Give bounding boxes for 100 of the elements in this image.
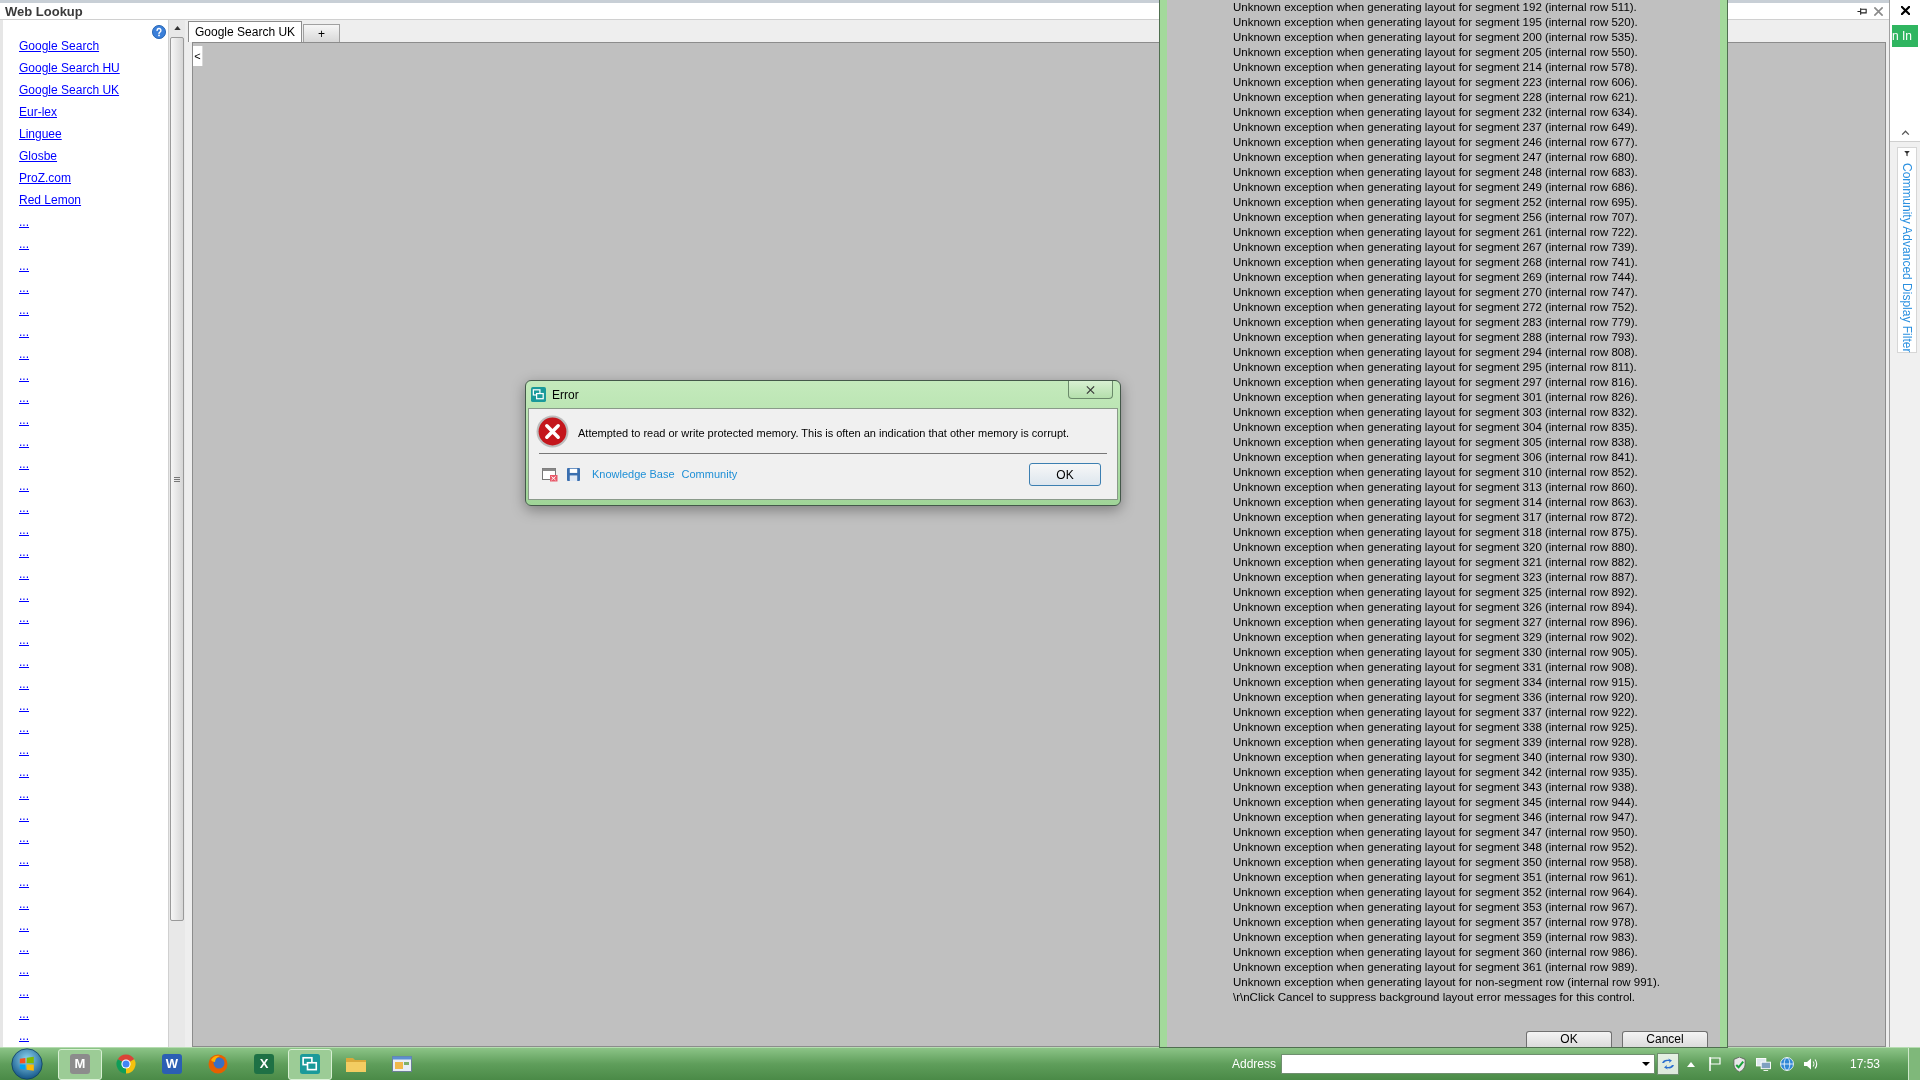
sidebar-link[interactable]: ... (19, 871, 29, 893)
sidebar-link[interactable]: ... (19, 431, 29, 453)
sidebar-link[interactable]: ... (19, 981, 29, 1003)
sidebar-link[interactable]: ... (19, 915, 29, 937)
sidebar-link[interactable]: ... (19, 607, 29, 629)
chevron-up-icon[interactable] (1900, 130, 1910, 135)
message-line: Unknown exception when generating layout for segment 330 (internal row 905). (1233, 645, 1638, 660)
sidebar-link[interactable]: ... (19, 387, 29, 409)
sidebar-link[interactable]: ... (19, 959, 29, 981)
close-icon (1086, 385, 1095, 394)
taskbar-button[interactable] (288, 1048, 332, 1080)
message-line: Unknown exception when generating layout for segment 232 (internal row 634). (1233, 105, 1638, 120)
save-icon[interactable] (567, 468, 580, 481)
sidebar-link[interactable]: ... (19, 717, 29, 739)
message-line: Unknown exception when generating layout for segment 200 (internal row 535). (1233, 30, 1638, 45)
sidebar-link[interactable]: ... (19, 651, 29, 673)
sidebar-link[interactable]: ... (19, 343, 29, 365)
sidebar-link[interactable]: ... (19, 409, 29, 431)
close-icon[interactable] (1900, 5, 1910, 15)
error-message: Attempted to read or write protected memory. This is often an indication that other memory is corrupt. (578, 426, 1070, 440)
dropdown-caret-icon[interactable] (1642, 1062, 1650, 1066)
app-tile: M (70, 1054, 90, 1074)
sidebar-link[interactable]: ... (19, 233, 29, 255)
scrollbar-thumb[interactable] (170, 37, 184, 921)
ok-button[interactable]: OK (1029, 463, 1101, 486)
flag-icon[interactable] (1709, 1057, 1721, 1071)
collapse-button[interactable]: < (193, 46, 203, 66)
sidebar-link[interactable]: Eur-lex (19, 101, 57, 123)
pin-icon[interactable] (1857, 5, 1868, 17)
sidebar-link[interactable]: Red Lemon (19, 189, 82, 211)
message-line: Unknown exception when generating layout for segment 195 (internal row 520). (1233, 15, 1638, 30)
sidebar-link[interactable]: ... (19, 695, 29, 717)
sidebar-link[interactable]: ... (19, 893, 29, 915)
sidebar-link[interactable]: ... (19, 519, 29, 541)
message-line: Unknown exception when generating layout for segment 318 (internal row 875). (1233, 525, 1638, 540)
sidebar-link[interactable]: ... (19, 211, 29, 233)
taskbar-button[interactable]: X (242, 1048, 286, 1080)
message-line: Unknown exception when generating layout for segment 310 (internal row 852). (1233, 465, 1638, 480)
sidebar-link[interactable]: ... (19, 321, 29, 343)
address-field[interactable] (1281, 1054, 1655, 1074)
tab[interactable]: + (303, 24, 341, 42)
close-button[interactable] (1068, 381, 1113, 399)
tray-up-arrow-icon[interactable] (1687, 1061, 1695, 1067)
sidebar-link[interactable]: Google Search UK (19, 79, 120, 101)
sidebar-link[interactable]: ... (19, 563, 29, 585)
globe-icon[interactable] (1780, 1057, 1794, 1071)
scroll-up-icon[interactable] (173, 26, 181, 30)
go-button[interactable] (1657, 1053, 1679, 1075)
message-line: Unknown exception when generating layout for segment 336 (internal row 920). (1233, 690, 1638, 705)
message-line: Unknown exception when generating layout for segment 246 (internal row 677). (1233, 135, 1638, 150)
sidebar-link[interactable]: ... (19, 805, 29, 827)
sidebar-link[interactable]: ... (19, 937, 29, 959)
sidebar-link[interactable]: ... (19, 673, 29, 695)
sidebar-link[interactable]: Google Search HU (19, 57, 120, 79)
sidebar-link[interactable]: ... (19, 739, 29, 761)
speaker-icon[interactable] (1804, 1058, 1818, 1070)
scrollbar[interactable] (168, 20, 185, 1047)
sidebar-link[interactable]: ... (19, 783, 29, 805)
message-line: Unknown exception when generating layout for segment 228 (internal row 621). (1233, 90, 1638, 105)
sidebar-link[interactable]: ... (19, 1025, 29, 1047)
message-line: Unknown exception when generating layout for segment 346 (internal row 947). (1233, 810, 1638, 825)
sidebar-link[interactable]: ... (19, 1003, 29, 1025)
cancel-button[interactable]: Cancel (1622, 1031, 1708, 1047)
taskbar-button[interactable]: W (150, 1048, 194, 1080)
sidebar-link[interactable]: ... (19, 497, 29, 519)
sidebar-link[interactable]: ... (19, 585, 29, 607)
sidebar-link[interactable]: ProZ.com (19, 167, 71, 189)
message-line: Unknown exception when generating layout for segment 252 (internal row 695). (1233, 195, 1638, 210)
sidebar-link[interactable]: Glosbe (19, 145, 58, 167)
message-line: Unknown exception when generating layout for segment 321 (internal row 882). (1233, 555, 1638, 570)
sidebar-link[interactable]: ... (19, 299, 29, 321)
sidebar-link[interactable]: ... (19, 541, 29, 563)
message-line: Unknown exception when generating layout for segment 214 (internal row 578). (1233, 60, 1638, 75)
sidebar-link[interactable]: ... (19, 761, 29, 783)
sidebar-link[interactable]: Linguee (19, 123, 62, 145)
sidebar-link[interactable]: ... (19, 849, 29, 871)
sidebar-link[interactable]: ... (19, 827, 29, 849)
ok-button[interactable]: OK (1526, 1031, 1612, 1047)
message-line: Unknown exception when generating layout for segment 317 (internal row 872). (1233, 510, 1638, 525)
sidebar-link[interactable]: ... (19, 453, 29, 475)
app-icon (300, 1054, 320, 1074)
sidebar-link[interactable]: ... (19, 277, 29, 299)
message-line: Unknown exception when generating layout for segment 205 (internal row 550). (1233, 45, 1638, 60)
help-icon[interactable] (152, 25, 166, 39)
sidebar-link[interactable]: ... (19, 629, 29, 651)
network-monitor-icon[interactable] (1755, 1057, 1771, 1071)
message-line: Unknown exception when generating layout for segment 323 (internal row 887). (1233, 570, 1638, 585)
sidebar-link[interactable]: ... (19, 365, 29, 387)
sidebar-link[interactable]: ... (19, 255, 29, 277)
tab[interactable]: Google Search UK (188, 21, 303, 42)
message-line: Unknown exception when generating layout for segment 360 (internal row 986). (1233, 945, 1638, 960)
filter-tab[interactable]: Community Advanced Display Filter (1897, 147, 1917, 353)
message-line: Unknown exception when generating layout for segment 334 (internal row 915). (1233, 675, 1638, 690)
sidebar-link[interactable]: ... (19, 475, 29, 497)
message-line: Unknown exception when generating layout for segment 283 (internal row 779). (1233, 315, 1638, 330)
windows-orb-icon (11, 1048, 43, 1080)
window-close-icon[interactable] (542, 467, 558, 482)
sidebar-link[interactable]: Google Search (19, 35, 100, 57)
message-line: Unknown exception when generating layout for segment 338 (internal row 925). (1233, 720, 1638, 735)
shield-check-icon[interactable] (1732, 1056, 1746, 1072)
